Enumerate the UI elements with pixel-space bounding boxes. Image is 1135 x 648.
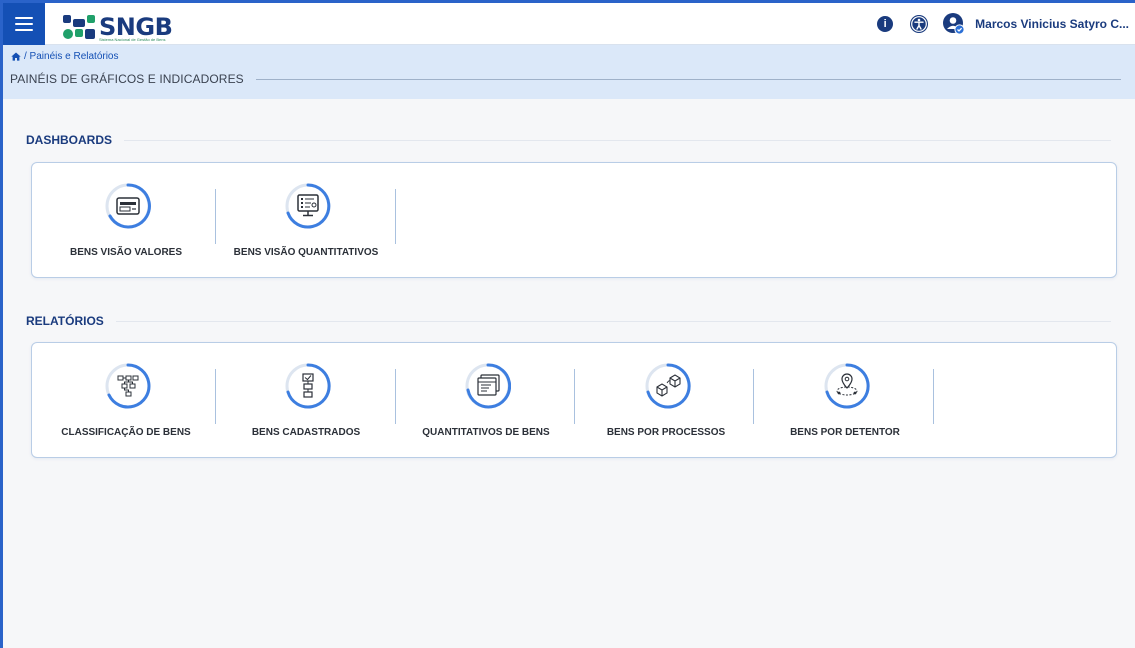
monitor-checklist-icon xyxy=(285,183,331,229)
user-name[interactable]: Marcos Vinicius Satyro C... xyxy=(975,17,1129,31)
dashboards-card: BENS VISÃO VALORES BENS VISÃO QUANTITATI… xyxy=(31,162,1117,278)
boxes-icon xyxy=(645,363,691,409)
flowchart-icon xyxy=(285,363,331,409)
page-title: PAINÉIS DE GRÁFICOS E INDICADORES xyxy=(10,72,244,86)
info-icon[interactable]: i xyxy=(877,15,894,32)
tile-bens-visao-quantitativos[interactable]: BENS VISÃO QUANTITATIVOS xyxy=(216,163,396,277)
tile-quantitativos-de-bens[interactable]: QUANTITATIVOS DE BENS xyxy=(396,343,576,457)
section-label: DASHBOARDS xyxy=(26,133,113,147)
section-divider xyxy=(124,139,1111,141)
section-label: RELATÓRIOS xyxy=(26,314,104,328)
home-icon[interactable] xyxy=(11,52,21,61)
relatorios-card: CLASSIFICAÇÃO DE BENS BENS CADASTRADOS Q… xyxy=(31,342,1117,458)
section-divider xyxy=(115,320,1111,322)
tile-bens-visao-valores[interactable]: BENS VISÃO VALORES xyxy=(36,163,216,277)
hamburger-menu-icon xyxy=(15,16,33,31)
tile-divider xyxy=(753,369,754,424)
menu-button[interactable] xyxy=(3,2,45,45)
tile-label: CLASSIFICAÇÃO DE BENS xyxy=(61,427,191,438)
tile-divider xyxy=(395,189,396,244)
tile-label: BENS CADASTRADOS xyxy=(251,427,361,438)
breadcrumb-link[interactable]: / Painéis e Relatórios xyxy=(24,51,119,62)
tile-label: BENS VISÃO VALORES xyxy=(69,247,183,258)
logo-mark-icon xyxy=(63,14,97,39)
title-divider xyxy=(255,78,1121,80)
dashboards-heading: DASHBOARDS xyxy=(26,133,1111,147)
tile-label: QUANTITATIVOS DE BENS xyxy=(422,427,550,438)
logo-text: SNGB xyxy=(99,12,173,41)
tile-divider xyxy=(933,369,934,424)
relatorios-heading: RELATÓRIOS xyxy=(26,314,1111,328)
tile-bens-por-processos[interactable]: BENS POR PROCESSOS xyxy=(576,343,756,457)
tile-divider xyxy=(574,369,575,424)
tile-label: BENS VISÃO QUANTITATIVOS xyxy=(233,247,379,258)
page-header: / Painéis e Relatórios PAINÉIS DE GRÁFIC… xyxy=(3,45,1135,99)
breadcrumb: / Painéis e Relatórios xyxy=(11,51,119,62)
tile-bens-por-detentor[interactable]: BENS POR DETENTOR xyxy=(755,343,935,457)
location-pin-icon xyxy=(824,363,870,409)
tile-bens-cadastrados[interactable]: BENS CADASTRADOS xyxy=(216,343,396,457)
tile-label: BENS POR DETENTOR xyxy=(790,427,900,438)
hierarchy-tree-icon xyxy=(105,363,151,409)
logo[interactable]: SNGB Sistema Nacional de Gestão de Bens xyxy=(63,9,173,42)
user-verified-icon[interactable] xyxy=(943,12,965,35)
tile-classificacao-de-bens[interactable]: CLASSIFICAÇÃO DE BENS xyxy=(36,343,216,457)
top-bar: SNGB Sistema Nacional de Gestão de Bens … xyxy=(3,2,1135,45)
document-list-icon xyxy=(465,363,511,409)
logo-subtitle: Sistema Nacional de Gestão de Bens xyxy=(99,36,166,42)
card-payment-icon xyxy=(105,183,151,229)
accessibility-icon[interactable] xyxy=(909,14,929,34)
tile-label: BENS POR PROCESSOS xyxy=(606,427,726,438)
